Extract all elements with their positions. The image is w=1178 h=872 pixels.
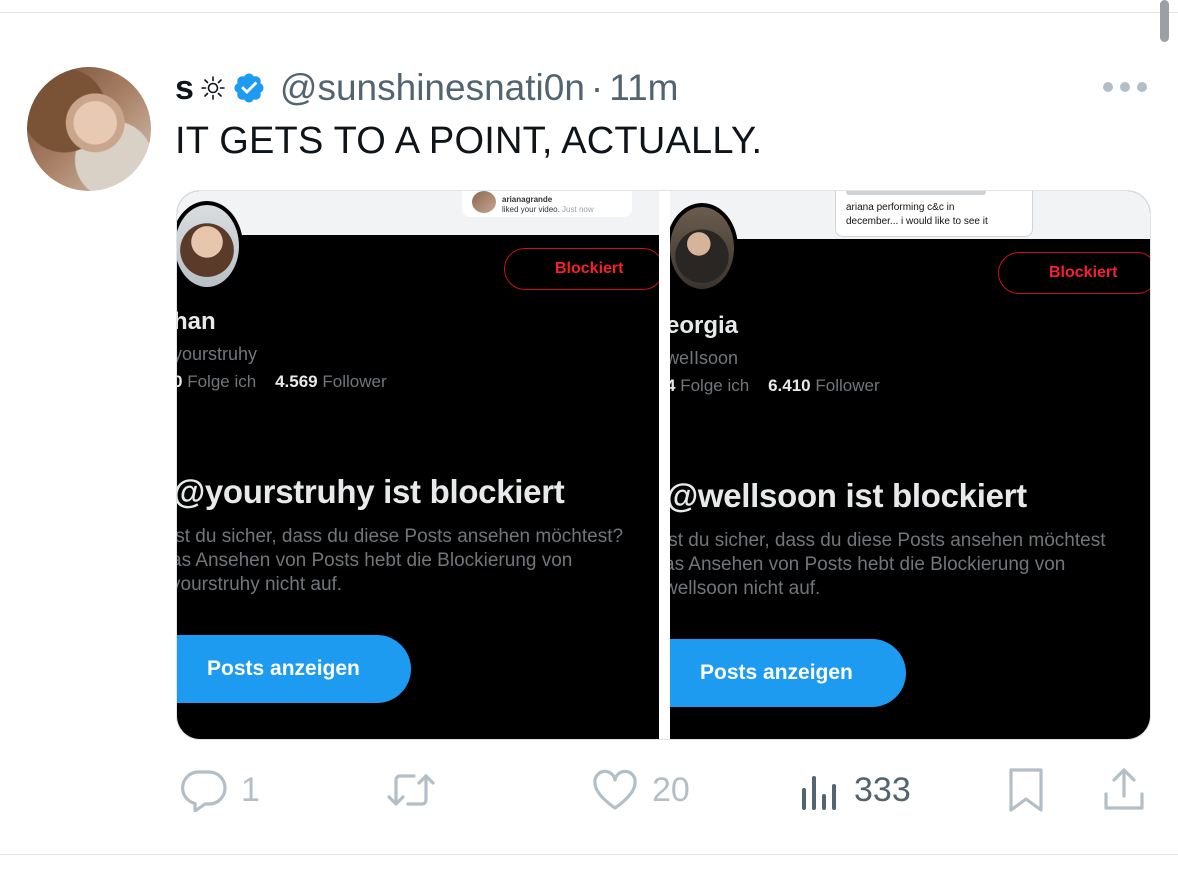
media-image-left[interactable]: arianagrande liked your video. Just now … bbox=[177, 191, 659, 739]
notification-time: Just now bbox=[562, 204, 594, 214]
timestamp[interactable]: 11m bbox=[609, 67, 678, 109]
media-divider bbox=[659, 191, 670, 739]
avatar[interactable] bbox=[27, 67, 151, 191]
followers-label: Follower bbox=[322, 372, 387, 391]
reply-button[interactable]: 1 bbox=[177, 760, 260, 820]
following-label: Folge ich bbox=[187, 372, 257, 391]
profile-name: eorgia bbox=[670, 312, 739, 339]
like-button[interactable]: 20 bbox=[590, 760, 690, 820]
following-label: Folge ich bbox=[680, 376, 750, 395]
notification-avatar bbox=[472, 191, 496, 213]
following-count: 0 bbox=[177, 372, 182, 391]
bookmark-icon bbox=[1009, 768, 1043, 812]
bottom-divider bbox=[0, 854, 1178, 855]
view-count: 333 bbox=[854, 770, 911, 809]
message-line: ariana performing c&c in bbox=[846, 202, 955, 213]
like-count: 20 bbox=[652, 770, 690, 809]
show-posts-button: Posts anzeigen bbox=[177, 635, 411, 703]
tweet-text: IT GETS TO A POINT, ACTUALLY. bbox=[175, 120, 763, 162]
blocked-description-line: ist du sicher, dass du diese Posts anseh… bbox=[670, 530, 1106, 551]
profile-handle: weIIsoon bbox=[670, 348, 739, 368]
retweet-button[interactable] bbox=[386, 760, 448, 820]
blocked-title: @yourstruhy ist blockiert bbox=[177, 473, 565, 510]
followers-count: 6.410 bbox=[768, 376, 811, 395]
notification-text: liked your video. bbox=[502, 204, 560, 214]
tweet-header: s @sunshinesnati0n · 11m bbox=[175, 66, 678, 110]
followers-count: 4.569 bbox=[275, 372, 318, 391]
blocked-button: Blockiert bbox=[998, 252, 1150, 294]
media-grid[interactable]: arianagrande liked your video. Just now … bbox=[176, 190, 1151, 740]
media-image-right[interactable]: ariana performing c&c in december... i w… bbox=[670, 191, 1150, 739]
blocked-description: ist du sicher, dass du diese Posts anseh… bbox=[670, 529, 1105, 601]
message-header bbox=[846, 191, 986, 195]
top-divider bbox=[0, 12, 1178, 13]
retweet-icon bbox=[387, 774, 435, 806]
blocked-button: Blockiert bbox=[504, 248, 659, 290]
verified-badge-icon[interactable] bbox=[232, 71, 266, 105]
blocked-description: ist du sicher, dass du diese Posts anseh… bbox=[177, 525, 623, 597]
heart-icon bbox=[593, 769, 637, 810]
reply-count: 1 bbox=[241, 770, 260, 809]
views-button[interactable]: 333 bbox=[798, 760, 911, 820]
message-popup: ariana performing c&c in december... i w… bbox=[835, 191, 1033, 237]
following-count: 4 bbox=[670, 376, 675, 395]
author-handle[interactable]: @sunshinesnati0n bbox=[280, 67, 585, 109]
profile-handle: yourstruhy bbox=[177, 344, 258, 364]
show-posts-button: Posts anzeigen bbox=[670, 639, 906, 707]
profile-name: han bbox=[177, 308, 216, 335]
blocked-description-line: wellsoon nicht auf. bbox=[670, 578, 821, 599]
notification-user: arianagrande bbox=[502, 195, 553, 204]
share-button[interactable] bbox=[1101, 760, 1147, 820]
scrollbar[interactable] bbox=[1160, 0, 1169, 42]
author-name[interactable]: s bbox=[175, 69, 194, 108]
blocked-title: @wellsoon ist blockiert bbox=[670, 477, 1027, 514]
sun-icon bbox=[201, 76, 225, 100]
separator-dot: · bbox=[590, 67, 604, 108]
profile-stats: 0 Folge ich 4.569 Follower bbox=[177, 372, 387, 392]
analytics-icon bbox=[802, 776, 836, 810]
blocked-description-line: ist du sicher, dass du diese Posts anseh… bbox=[177, 526, 624, 547]
bookmark-button[interactable] bbox=[1006, 760, 1046, 820]
tweet-actions: 1 20 333 bbox=[0, 760, 1178, 820]
notification-popup: arianagrande liked your video. Just now bbox=[462, 191, 632, 217]
reply-icon bbox=[181, 770, 227, 812]
message-line: december... i would like to see it bbox=[846, 215, 988, 227]
profile-picture bbox=[670, 203, 738, 293]
blocked-description-line: yourstruhy nicht auf. bbox=[177, 574, 343, 595]
blocked-description-line: as Ansehen von Posts hebt die Blockierun… bbox=[670, 554, 1066, 575]
share-icon bbox=[1104, 768, 1144, 810]
profile-stats: 4 Folge ich 6.410 Follower bbox=[670, 376, 880, 396]
profile-picture bbox=[177, 201, 243, 291]
followers-label: Follower bbox=[815, 376, 880, 395]
more-options-icon[interactable] bbox=[1103, 80, 1147, 94]
blocked-description-line: as Ansehen von Posts hebt die Blockierun… bbox=[177, 550, 573, 571]
